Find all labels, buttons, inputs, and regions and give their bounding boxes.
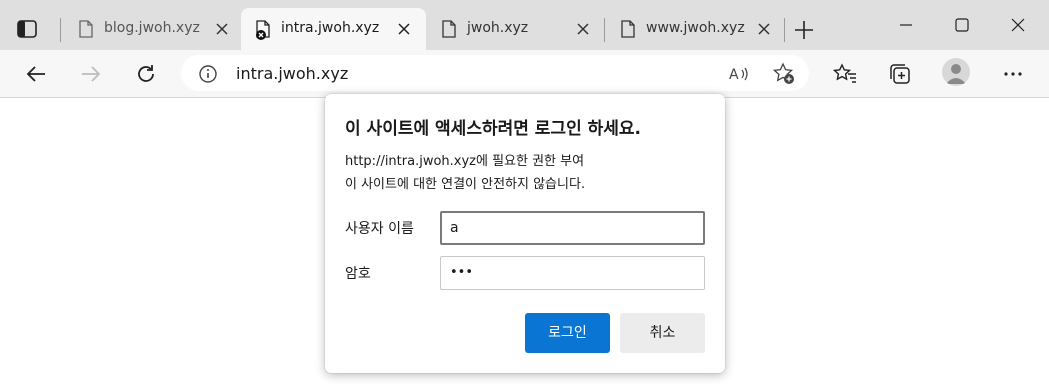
page-icon	[442, 20, 456, 38]
window-close-icon[interactable]	[1009, 16, 1027, 34]
login-dialog: 이 사이트에 액세스하려면 로그인 하세요. http://intra.jwoh…	[325, 94, 725, 373]
tab-www[interactable]: www.jwoh.xyz	[606, 8, 782, 50]
toolbar: intra.jwoh.xyz A	[0, 50, 1049, 98]
tab-actions-icon[interactable]	[16, 18, 38, 40]
tab-separator	[60, 18, 61, 42]
address-bar[interactable]: intra.jwoh.xyz A	[181, 55, 809, 91]
svg-text:A: A	[729, 67, 739, 83]
tab-title: intra.jwoh.xyz	[281, 20, 380, 36]
new-tab-icon[interactable]	[793, 19, 815, 41]
more-menu-icon[interactable]	[1001, 62, 1025, 86]
cancel-button[interactable]: 취소	[620, 313, 705, 353]
username-field[interactable]: a	[440, 211, 705, 245]
tab-title: jwoh.xyz	[467, 20, 529, 36]
add-favorite-icon[interactable]	[772, 62, 796, 86]
read-aloud-icon[interactable]: A	[728, 63, 750, 85]
close-icon[interactable]	[756, 21, 772, 37]
tab-jwoh[interactable]: jwoh.xyz	[427, 8, 603, 50]
profile-icon	[946, 64, 966, 84]
avatar[interactable]	[942, 58, 970, 86]
maximize-icon[interactable]	[953, 16, 971, 34]
tab-separator	[784, 18, 785, 42]
forward-icon[interactable]	[79, 62, 103, 86]
page-icon	[79, 20, 93, 38]
collections-icon[interactable]	[888, 62, 912, 86]
tab-intra[interactable]: intra.jwoh.xyz	[241, 8, 426, 50]
close-icon[interactable]	[396, 21, 412, 37]
dialog-warning: 이 사이트에 대한 연결이 안전하지 않습니다.	[345, 177, 586, 192]
dialog-message: http://intra.jwoh.xyz에 필요한 권한 부여	[345, 154, 585, 169]
close-icon[interactable]	[575, 21, 591, 37]
login-button[interactable]: 로그인	[525, 313, 610, 353]
refresh-icon[interactable]	[134, 62, 158, 86]
password-label: 암호	[345, 266, 371, 282]
page-icon	[621, 20, 635, 38]
dialog-title: 이 사이트에 액세스하려면 로그인 하세요.	[345, 119, 642, 139]
page-error-icon	[256, 20, 270, 40]
tab-separator	[604, 18, 605, 42]
username-label: 사용자 이름	[345, 221, 414, 237]
tab-title: www.jwoh.xyz	[646, 20, 745, 36]
password-field[interactable]: •••	[440, 256, 705, 290]
tab-title: blog.jwoh.xyz	[104, 20, 200, 36]
back-icon[interactable]	[24, 62, 48, 86]
favorites-icon[interactable]	[833, 62, 857, 86]
minimize-icon[interactable]	[897, 16, 915, 34]
tab-strip: blog.jwoh.xyz intra.jwoh.xyz jwoh.xyz ww…	[0, 0, 1049, 50]
tab-blog[interactable]: blog.jwoh.xyz	[64, 8, 240, 50]
close-icon[interactable]	[214, 21, 230, 37]
url-text: intra.jwoh.xyz	[236, 64, 349, 83]
info-icon[interactable]	[198, 64, 218, 84]
